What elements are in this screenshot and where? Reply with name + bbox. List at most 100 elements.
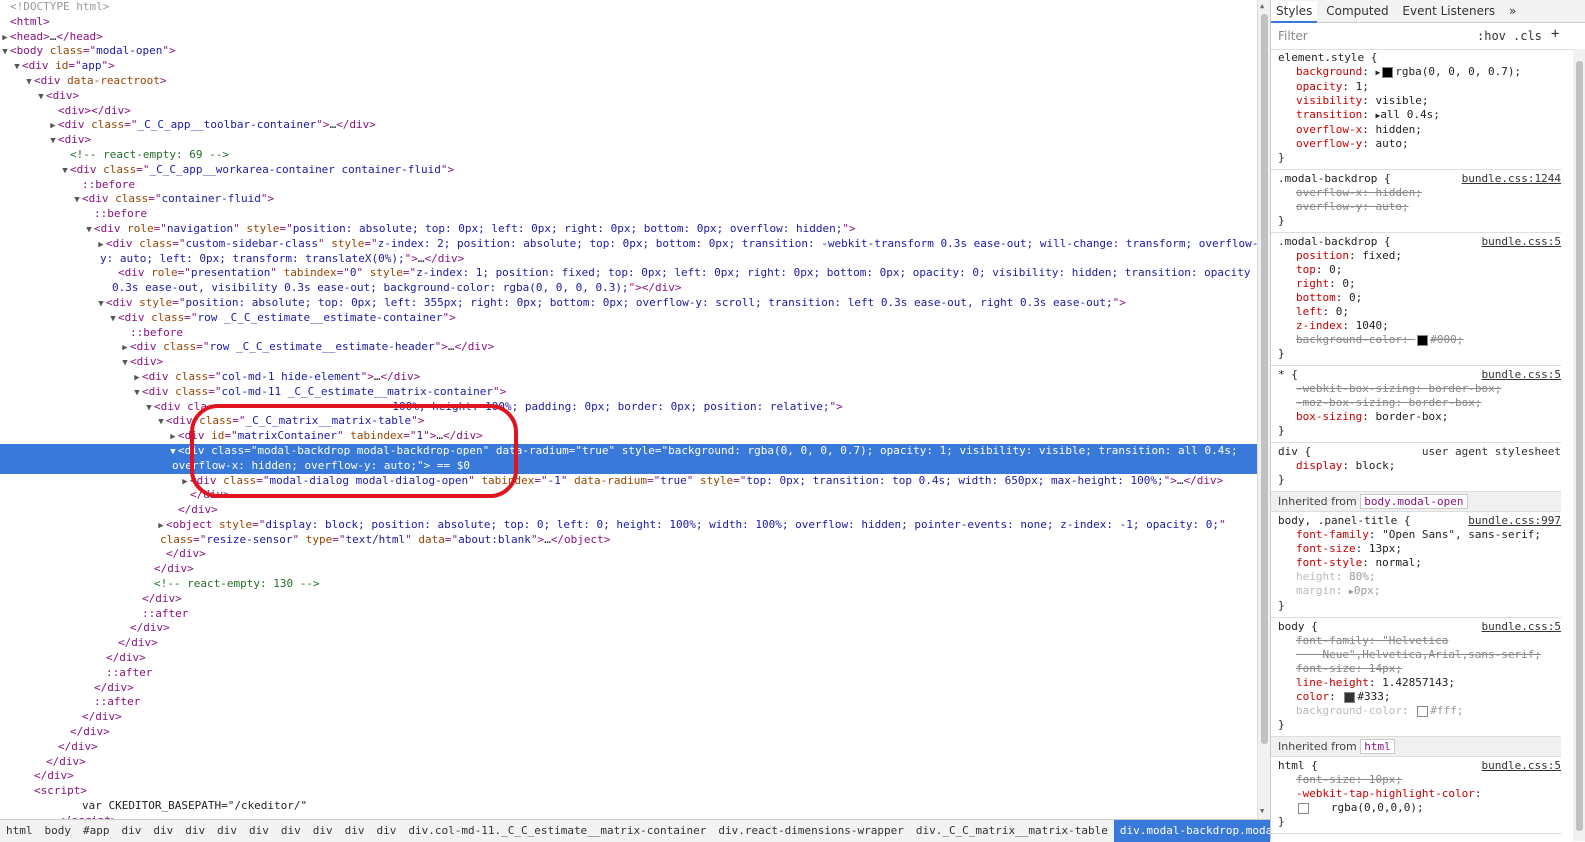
css-declaration[interactable]: font-size: 14px;	[1278, 662, 1561, 676]
css-declaration[interactable]: font-family: "Helvetica	[1278, 634, 1561, 648]
dom-node-line[interactable]: </div>	[0, 592, 1257, 607]
dom-node-line[interactable]: ▼ <div cla 100%; height: 100%; padding: 0…	[0, 400, 1257, 415]
color-swatch-icon[interactable]	[1417, 334, 1429, 346]
expand-down-icon[interactable]: ▼	[156, 415, 166, 429]
dom-node-line[interactable]: ▼ <div class="container-fluid">	[0, 192, 1257, 207]
breadcrumb-item[interactable]: div	[275, 820, 307, 842]
expand-down-icon[interactable]: ▼	[120, 356, 130, 370]
dom-node-line[interactable]: var CKEDITOR_BASEPATH="/ckeditor/"	[0, 799, 1257, 814]
dom-node-line[interactable]: </div>	[0, 562, 1257, 577]
dom-node-line[interactable]: ▶ <div class="custom-sidebar-class" style…	[0, 237, 1257, 252]
expand-down-icon[interactable]: ▼	[24, 75, 34, 89]
rule-source-link[interactable]: bundle.css:997	[1468, 514, 1561, 527]
collapse-right-icon[interactable]: ▶	[132, 371, 142, 385]
css-declaration[interactable]: overflow-x: hidden;	[1278, 186, 1561, 200]
filter-input[interactable]: Filter	[1278, 29, 1308, 43]
dom-node-line[interactable]: ▼ <div class="_C_C_matrix__matrix-table">	[0, 414, 1257, 429]
dom-node-line[interactable]: ▶ <div class="col-md-1 hide-element">…</d…	[0, 370, 1257, 385]
cls-button[interactable]: .cls	[1513, 29, 1542, 43]
breadcrumb-item[interactable]: div	[243, 820, 275, 842]
expand-down-icon[interactable]: ▼	[12, 60, 22, 74]
expand-down-icon[interactable]: ▼	[72, 193, 82, 207]
dom-node-line[interactable]: </div>	[0, 681, 1257, 696]
dom-node-selected[interactable]: overflow-x: hidden; overflow-y: auto;"> …	[0, 458, 1257, 474]
dom-node-line[interactable]: ▼ <div data-reactroot>	[0, 74, 1257, 89]
dom-node-line[interactable]: <html>	[0, 15, 1257, 30]
expand-down-icon[interactable]: ▼	[96, 297, 106, 311]
expand-down-icon[interactable]: ▼	[48, 134, 58, 148]
breadcrumb-item[interactable]: div._C_C_matrix__matrix-table	[910, 820, 1114, 842]
dom-node-line[interactable]: </div>	[0, 710, 1257, 725]
dom-node-line[interactable]: </div>	[0, 503, 1257, 518]
dom-node-line[interactable]: 0.3s ease-out, visibility 0.3s ease-out;…	[0, 281, 1257, 296]
expand-down-icon[interactable]: ▼	[0, 45, 10, 59]
dom-node-line[interactable]: ▼ <div>	[0, 133, 1257, 148]
css-declaration[interactable]: visibility: visible;	[1278, 94, 1561, 108]
dom-node-line[interactable]: <!DOCTYPE html>	[0, 0, 1257, 15]
css-declaration[interactable]: -webkit-box-sizing: border-box;	[1278, 382, 1561, 396]
css-declaration[interactable]: font-family: "Open Sans", sans-serif;	[1278, 528, 1561, 542]
css-declaration[interactable]: line-height: 1.42857143;	[1278, 676, 1561, 690]
dom-node-line[interactable]: ▼ <div id="app">	[0, 59, 1257, 74]
rule-selector[interactable]: element.style {	[1278, 51, 1561, 65]
expand-down-icon[interactable]: ▼	[144, 401, 154, 415]
scroll-down-arrow-icon[interactable]: ▼	[1260, 807, 1264, 815]
css-declaration[interactable]: opacity: 1;	[1278, 80, 1561, 94]
add-rule-button[interactable]: +	[1551, 26, 1559, 42]
breadcrumb-item[interactable]: div	[179, 820, 211, 842]
css-declaration[interactable]: font-size: 13px;	[1278, 542, 1561, 556]
dom-node-line[interactable]: <div role="presentation" tabindex="0" st…	[0, 266, 1257, 281]
dom-node-line[interactable]: ▶ <div class="_C_C_app__toolbar-container…	[0, 118, 1257, 133]
css-declaration[interactable]: -moz-box-sizing: border-box;	[1278, 396, 1561, 410]
dom-node-line[interactable]: </div>	[0, 725, 1257, 740]
css-declaration[interactable]: right: 0;	[1278, 277, 1561, 291]
tab-styles[interactable]: Styles	[1271, 1, 1318, 23]
dom-node-selected[interactable]: ▼ <div class="modal-backdrop modal-backdr…	[0, 443, 1257, 459]
dom-node-line[interactable]: ::before	[0, 207, 1257, 222]
color-swatch-icon[interactable]	[1298, 802, 1309, 814]
dom-node-line[interactable]: ::before	[0, 326, 1257, 341]
css-declaration[interactable]: -webkit-tap-highlight-color:	[1278, 787, 1561, 801]
dom-node-line[interactable]: </div>	[0, 769, 1257, 784]
breadcrumb-item[interactable]: div	[371, 820, 403, 842]
dom-node-line[interactable]: ▼ <div class="col-md-11 _C_C_estimate__ma…	[0, 385, 1257, 400]
dom-node-line[interactable]: </div>	[0, 636, 1257, 651]
dom-node-line[interactable]: ▶ <div class="row _C_C_estimate__estimate…	[0, 340, 1257, 355]
dom-node-line[interactable]: ▼ <body class="modal-open">	[0, 44, 1257, 59]
breadcrumb-item[interactable]: div.col-md-11._C_C_estimate__matrix-cont…	[402, 820, 712, 842]
dom-node-line[interactable]: </div>	[0, 547, 1257, 562]
dom-node-line[interactable]: <!-- react-empty: 130 -->	[0, 577, 1257, 592]
color-swatch-icon[interactable]	[1417, 705, 1429, 717]
collapse-right-icon[interactable]: ▶	[120, 341, 130, 355]
dom-node-line[interactable]: ▶ <head>…</head>	[0, 30, 1257, 45]
dom-node-line[interactable]: ▼ <div class="row _C_C_estimate__estimate…	[0, 311, 1257, 326]
dom-node-line[interactable]: </div>	[0, 755, 1257, 770]
dom-node-line[interactable]: class="resize-sensor" type="text/html" d…	[0, 533, 1257, 548]
breadcrumb-item[interactable]: html	[0, 820, 39, 842]
scroll-up-arrow-icon[interactable]: ▲	[1260, 2, 1264, 10]
tab-computed[interactable]: Computed	[1321, 0, 1393, 22]
collapse-right-icon[interactable]: ▶	[0, 31, 10, 45]
expand-down-icon[interactable]: ▼	[60, 164, 70, 178]
css-declaration[interactable]: margin: ▶0px;	[1278, 584, 1561, 599]
breadcrumb-item[interactable]: div	[147, 820, 179, 842]
expand-down-icon[interactable]: ▼	[36, 90, 46, 104]
collapse-right-icon[interactable]: ▶	[168, 430, 178, 444]
scrollbar-thumb[interactable]	[1261, 14, 1268, 744]
css-declaration[interactable]: position: fixed;	[1278, 249, 1561, 263]
more-tabs-chevron-icon[interactable]: »	[1504, 0, 1521, 22]
dom-tree-scrollbar[interactable]: ▲ ▼	[1257, 0, 1271, 819]
css-declaration[interactable]: background-color: #000;	[1278, 333, 1561, 347]
expand-shorthand-icon[interactable]: ▶	[1375, 68, 1380, 77]
dom-node-line[interactable]: ▶ <div id="matrixContainer" tabindex="1">…	[0, 429, 1257, 444]
color-swatch-icon[interactable]	[1382, 66, 1394, 78]
expand-down-icon[interactable]: ▼	[84, 223, 94, 237]
dom-node-line[interactable]: <script>	[0, 784, 1257, 799]
dom-node-line[interactable]: ▼ <div class="_C_C_app__workarea-containe…	[0, 163, 1257, 178]
dom-node-line[interactable]: <div></div>	[0, 104, 1257, 119]
css-declaration[interactable]: overflow-x: hidden;	[1278, 123, 1561, 137]
breadcrumb-item[interactable]: div	[211, 820, 243, 842]
dom-node-line[interactable]: </div>	[0, 488, 1257, 503]
styles-scrollbar[interactable]	[1573, 49, 1585, 841]
css-declaration[interactable]: z-index: 1040;	[1278, 319, 1561, 333]
